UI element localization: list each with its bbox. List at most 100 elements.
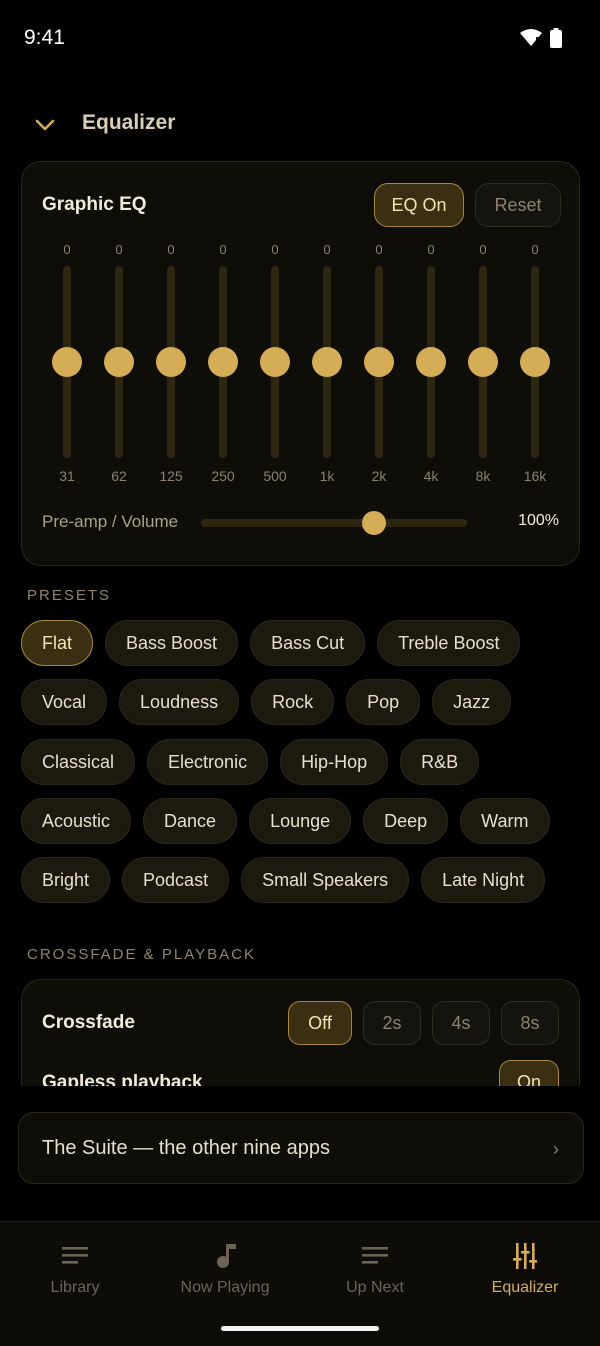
preset-chip-rock[interactable]: Rock — [251, 679, 335, 725]
preamp-value: 100% — [518, 512, 559, 529]
crossfade-option-8s[interactable]: 8s — [501, 1001, 559, 1045]
eq-band-thumb[interactable] — [52, 347, 82, 377]
reset-button[interactable]: Reset — [475, 183, 561, 227]
preset-chip-electronic[interactable]: Electronic — [147, 739, 269, 785]
eq-band-1k: 0 1k — [307, 242, 347, 487]
preset-row: Vocal Loudness Rock Pop Jazz — [21, 679, 512, 725]
eq-band-gain: 0 — [531, 242, 539, 257]
eq-band-frequency: 500 — [263, 468, 287, 484]
battery-icon — [550, 28, 562, 53]
preset-chip-small-speakers[interactable]: Small Speakers — [241, 857, 410, 903]
collapse-button[interactable] — [28, 108, 62, 142]
eq-band-frequency: 31 — [59, 468, 75, 484]
preset-chip-warm[interactable]: Warm — [460, 798, 550, 844]
nav-label-up-next: Up Next — [346, 1279, 404, 1296]
eq-band-gain: 0 — [375, 242, 383, 257]
preamp-label: Pre-amp / Volume — [42, 512, 179, 531]
library-icon — [60, 1242, 90, 1270]
preset-chip-vocal[interactable]: Vocal — [21, 679, 108, 725]
nav-label-library: Library — [50, 1279, 100, 1296]
nav-item-now-playing[interactable]: Now Playing — [150, 1222, 300, 1312]
status-bar: 9:41 — [0, 0, 600, 78]
preset-chip-classical[interactable]: Classical — [21, 739, 136, 785]
preset-chip-bass-cut[interactable]: Bass Cut — [250, 620, 366, 666]
eq-band-thumb[interactable] — [520, 347, 550, 377]
eq-band-thumb[interactable] — [260, 347, 290, 377]
eq-band-thumb[interactable] — [156, 347, 186, 377]
eq-band-2k: 0 2k — [359, 242, 399, 487]
crossfade-heading: CROSSFADE & PLAYBACK — [27, 946, 256, 963]
preset-chip-flat[interactable]: Flat — [21, 620, 94, 666]
nav-item-up-next[interactable]: Up Next — [300, 1222, 450, 1312]
eq-on-button[interactable]: EQ On — [374, 183, 464, 227]
graphic-eq-card: Graphic EQ EQ On Reset 0 31 0 62 0 125 0 250 0 50… — [21, 161, 580, 566]
eq-band-gain: 0 — [219, 242, 227, 257]
preset-chip-late-night[interactable]: Late Night — [421, 857, 546, 903]
eq-band-frequency: 4k — [423, 468, 439, 484]
eq-band-gain: 0 — [427, 242, 435, 257]
preset-chip-jazz[interactable]: Jazz — [432, 679, 512, 725]
nav-item-library[interactable]: Library — [0, 1222, 150, 1312]
eq-band-frequency: 62 — [111, 468, 127, 484]
preset-chip-lounge[interactable]: Lounge — [249, 798, 352, 844]
nav-label-now-playing: Now Playing — [180, 1279, 270, 1296]
queue-icon — [360, 1242, 390, 1270]
preset-chip-podcast[interactable]: Podcast — [122, 857, 230, 903]
eq-band-62: 0 62 — [99, 242, 139, 487]
preset-row: Acoustic Dance Lounge Deep Warm — [21, 798, 550, 844]
preset-chip-dance[interactable]: Dance — [143, 798, 238, 844]
eq-title: Graphic EQ — [42, 194, 147, 215]
nav-item-equalizer[interactable]: Equalizer — [450, 1222, 600, 1312]
eq-band-thumb[interactable] — [104, 347, 134, 377]
preset-chip-r-b[interactable]: R&B — [400, 739, 480, 785]
eq-band-frequency: 1k — [319, 468, 335, 484]
eq-band-gain: 0 — [323, 242, 331, 257]
eq-band-thumb[interactable] — [208, 347, 238, 377]
preset-row: Bright Podcast Small Speakers Late Night — [21, 857, 546, 903]
eq-band-thumb[interactable] — [312, 347, 342, 377]
eq-band-frequency: 2k — [371, 468, 387, 484]
suite-link-label: The Suite — the other nine apps — [42, 1137, 330, 1159]
wifi-icon — [520, 29, 542, 52]
preset-chip-bright[interactable]: Bright — [21, 857, 111, 903]
eq-band-16k: 0 16k — [515, 242, 555, 487]
preset-chip-pop[interactable]: Pop — [346, 679, 421, 725]
preamp-slider-thumb[interactable] — [361, 511, 386, 535]
eq-band-125: 0 125 — [151, 242, 191, 487]
music-note-icon — [210, 1242, 240, 1270]
chevron-right-icon: › — [553, 1139, 559, 1159]
eq-band-thumb[interactable] — [468, 347, 498, 377]
eq-band-thumb[interactable] — [416, 347, 446, 377]
home-indicator[interactable] — [221, 1326, 379, 1331]
eq-band-gain: 0 — [63, 242, 71, 257]
eq-band-frequency: 125 — [159, 468, 183, 484]
eq-band-250: 0 250 — [203, 242, 243, 487]
eq-band-thumb[interactable] — [364, 347, 394, 377]
crossfade-option-4s[interactable]: 4s — [432, 1001, 490, 1045]
nav-label-equalizer: Equalizer — [491, 1279, 559, 1296]
eq-band-gain: 0 — [479, 242, 487, 257]
eq-band-gain: 0 — [115, 242, 123, 257]
eq-band-gain: 0 — [167, 242, 175, 257]
preset-chip-bass-boost[interactable]: Bass Boost — [105, 620, 239, 666]
status-time: 9:41 — [24, 26, 65, 49]
preset-chip-deep[interactable]: Deep — [363, 798, 449, 844]
equalizer-icon — [510, 1242, 540, 1270]
preamp-slider[interactable] — [201, 511, 467, 535]
crossfade-title: Crossfade — [42, 1012, 135, 1033]
eq-band-frequency: 16k — [523, 468, 547, 484]
preset-row: Classical Electronic Hip-Hop R&B — [21, 739, 480, 785]
eq-band-500: 0 500 — [255, 242, 295, 487]
crossfade-option-2s[interactable]: 2s — [363, 1001, 421, 1045]
suite-link[interactable]: The Suite — the other nine apps › — [18, 1112, 584, 1184]
screen-header: Equalizer — [0, 100, 600, 150]
eq-band-4k: 0 4k — [411, 242, 451, 487]
preset-chip-loudness[interactable]: Loudness — [119, 679, 240, 725]
preset-chip-hip-hop[interactable]: Hip-Hop — [280, 739, 389, 785]
crossfade-option-off[interactable]: Off — [288, 1001, 352, 1045]
preset-chip-acoustic[interactable]: Acoustic — [21, 798, 132, 844]
page-title: Equalizer — [82, 111, 176, 134]
preset-chip-treble-boost[interactable]: Treble Boost — [377, 620, 521, 666]
chevron-down-icon — [35, 119, 55, 131]
status-icons — [520, 28, 562, 53]
